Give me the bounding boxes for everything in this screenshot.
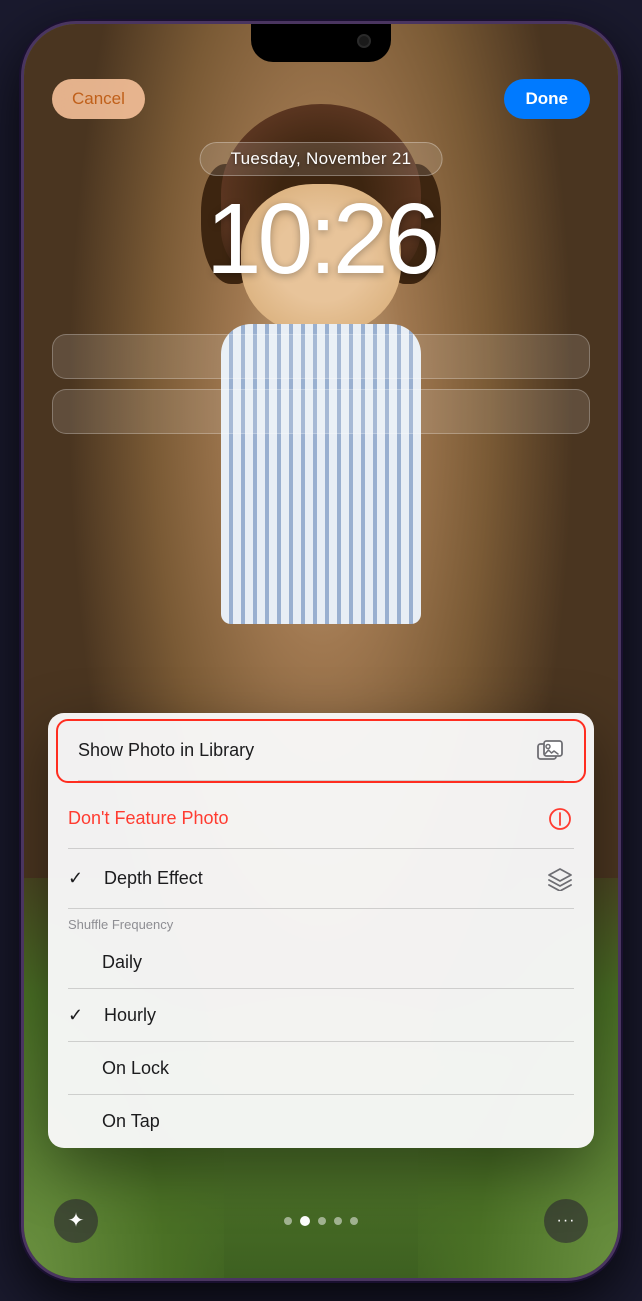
on-lock-label: On Lock [102,1058,169,1079]
page-dots [284,1216,358,1226]
phone-frame: Cancel Done Tuesday, November 21 10:26 S… [21,21,621,1281]
time-display: 10:26 [206,189,436,289]
widget-row-1 [52,334,590,379]
more-button[interactable]: ··· [544,1199,588,1243]
show-photo-in-library-label: Show Photo in Library [78,740,254,761]
depth-effect-item[interactable]: ✓ Depth Effect [48,849,594,909]
hourly-item[interactable]: ✓ Hourly [48,989,594,1042]
more-icon: ··· [557,1212,576,1230]
top-buttons: Cancel Done [24,79,618,119]
dot-3 [318,1217,326,1225]
context-menu: Show Photo in Library Don't Feature Phot… [48,713,594,1148]
cancel-button[interactable]: Cancel [52,79,145,119]
camera-icon [357,34,371,48]
dot-5 [350,1217,358,1225]
widget-row-2 [52,389,590,434]
widget-area [52,334,590,434]
dot-1 [284,1217,292,1225]
dot-2-active [300,1216,310,1226]
hourly-checkmark: ✓ [68,1005,96,1026]
dont-feature-photo-label: Don't Feature Photo [68,808,229,829]
sparkle-icon: ✦ [68,1208,85,1233]
depth-effect-checkmark: ✓ [68,868,96,889]
on-tap-label: On Tap [102,1111,160,1132]
date-display: Tuesday, November 21 [200,142,443,176]
date-text: Tuesday, November 21 [231,149,412,168]
hourly-label: Hourly [104,1005,156,1026]
done-button[interactable]: Done [504,79,591,119]
shuffle-frequency-header: Shuffle Frequency [48,909,594,936]
bottom-toolbar: ✦ ··· [24,1199,618,1243]
sparkle-button[interactable]: ✦ [54,1199,98,1243]
daily-label: Daily [102,952,142,973]
dot-4 [334,1217,342,1225]
on-lock-item[interactable]: On Lock [48,1042,594,1095]
photo-library-icon [536,737,564,765]
on-tap-item[interactable]: On Tap [48,1095,594,1148]
dont-feature-photo-item[interactable]: Don't Feature Photo [48,789,594,849]
layers-icon [546,865,574,893]
no-feature-icon [546,805,574,833]
notch [251,24,391,62]
depth-effect-label: Depth Effect [104,868,203,889]
daily-item[interactable]: Daily [48,936,594,989]
show-photo-in-library-item[interactable]: Show Photo in Library [56,719,586,783]
time-text: 10:26 [206,183,436,295]
